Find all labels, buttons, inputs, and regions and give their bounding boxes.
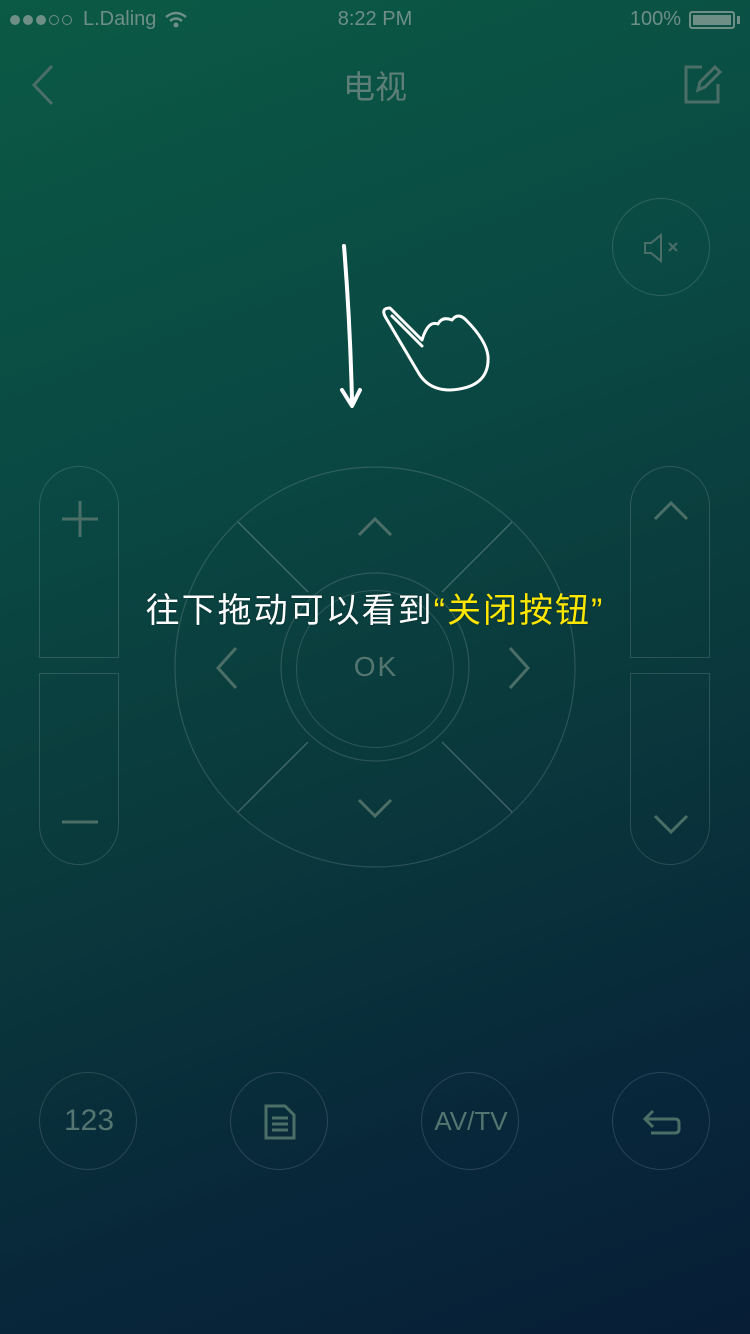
chevron-down-icon bbox=[357, 798, 393, 819]
battery-icon bbox=[689, 10, 735, 29]
mute-button[interactable] bbox=[612, 198, 710, 296]
return-button[interactable] bbox=[612, 1072, 710, 1170]
channel-down-button[interactable] bbox=[630, 673, 710, 865]
av-tv-button[interactable]: AV/TV bbox=[421, 1072, 519, 1170]
document-icon bbox=[264, 1104, 296, 1140]
menu-button[interactable] bbox=[230, 1072, 328, 1170]
hint-highlight: “关闭按钮” bbox=[433, 592, 605, 630]
chevron-right-icon bbox=[508, 646, 531, 690]
dpad-right-button[interactable] bbox=[466, 540, 566, 790]
chevron-up-icon bbox=[653, 500, 689, 521]
swipe-hint-text: 往下拖动可以看到“关闭按钮” bbox=[0, 583, 750, 632]
hint-prefix: 往下拖动可以看到 bbox=[145, 592, 434, 630]
battery-percentage: 100% bbox=[629, 8, 681, 30]
numpad-label: 123 bbox=[63, 1104, 115, 1137]
av-tv-label: AV/TV bbox=[434, 1106, 508, 1136]
numpad-button[interactable]: 123 bbox=[39, 1072, 137, 1170]
plus-icon bbox=[62, 501, 98, 537]
dpad-up-button[interactable] bbox=[250, 478, 500, 578]
minus-icon bbox=[62, 820, 98, 824]
chevron-left-icon bbox=[215, 646, 238, 690]
chevron-down-icon bbox=[653, 814, 689, 835]
dpad-down-button[interactable] bbox=[250, 760, 500, 860]
return-icon bbox=[642, 1109, 681, 1135]
volume-down-button[interactable] bbox=[39, 673, 119, 865]
mute-icon bbox=[644, 232, 678, 264]
dpad-left-button[interactable] bbox=[184, 540, 284, 790]
page-title: 电视 bbox=[342, 69, 407, 105]
chevron-up-icon bbox=[357, 516, 393, 537]
status-bar: L.Daling 8:22 PM 100% bbox=[0, 0, 750, 40]
edit-icon[interactable] bbox=[682, 62, 722, 106]
swipe-down-gesture-icon bbox=[340, 244, 490, 408]
ok-label: OK bbox=[353, 651, 399, 682]
